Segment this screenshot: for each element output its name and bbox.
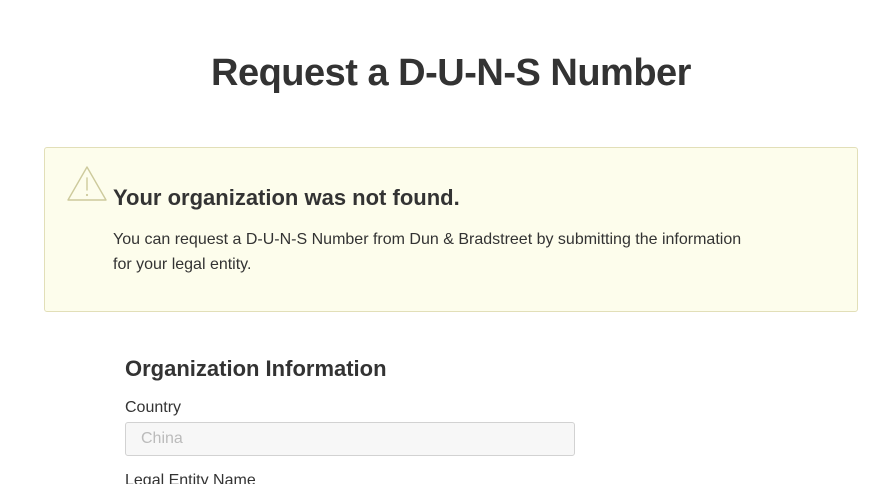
alert-title: Your organization was not found. bbox=[113, 185, 460, 210]
section-title: Organization Information bbox=[125, 356, 387, 381]
country-label: Country bbox=[125, 399, 182, 416]
not-found-alert: Your organization was not found. You can… bbox=[44, 147, 858, 312]
legal-entity-name-label: Legal Entity Name bbox=[125, 472, 256, 484]
alert-message: You can request a D-U-N-S Number from Du… bbox=[113, 231, 742, 273]
page-title: Request a D-U-N-S Number bbox=[211, 52, 691, 94]
warning-triangle-icon bbox=[66, 165, 108, 203]
organization-information-section: Organization Information Country Legal E… bbox=[125, 354, 585, 484]
page: Request a D-U-N-S Number Your organizati… bbox=[0, 0, 870, 484]
country-field[interactable] bbox=[125, 422, 575, 456]
